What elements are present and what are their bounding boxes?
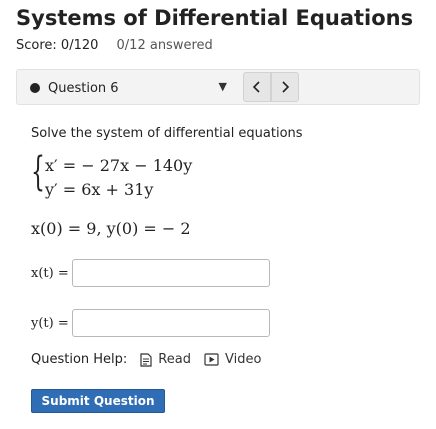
answered-count: 0/12 answered bbox=[116, 38, 213, 53]
chevron-left-icon bbox=[252, 81, 260, 93]
next-question-button[interactable] bbox=[271, 72, 299, 102]
equation-y: y′ = 6x + 31y bbox=[45, 180, 154, 199]
read-link-label: Read bbox=[158, 352, 191, 367]
question-prompt: Solve the system of differential equatio… bbox=[31, 126, 303, 141]
answer-row-x: x(t) = bbox=[31, 259, 270, 287]
answer-row-y: y(t) = bbox=[31, 309, 270, 337]
status-dot-icon bbox=[30, 83, 40, 93]
question-help-label: Question Help: bbox=[31, 352, 128, 367]
previous-question-button[interactable] bbox=[243, 72, 271, 102]
answer-label-x: x(t) = bbox=[31, 265, 69, 281]
read-link[interactable]: Read bbox=[140, 352, 191, 367]
answer-label-y: y(t) = bbox=[31, 315, 69, 331]
score-text: Score: 0/120 bbox=[16, 38, 99, 53]
question-navigation: Question 6 ▼ bbox=[16, 69, 420, 105]
initial-conditions: x(0) = 9, y(0) = − 2 bbox=[31, 219, 191, 238]
answer-input-y[interactable] bbox=[71, 309, 270, 337]
chevron-right-icon bbox=[282, 81, 290, 93]
score-line: Score: 0/120 0/12 answered bbox=[16, 38, 213, 53]
page-title: Systems of Differential Equations bbox=[16, 6, 414, 30]
answer-input-x[interactable] bbox=[71, 259, 270, 287]
video-link[interactable]: Video bbox=[204, 352, 261, 367]
video-link-label: Video bbox=[224, 352, 262, 367]
system-brace: { bbox=[31, 149, 45, 195]
video-play-icon bbox=[204, 353, 219, 366]
question-select[interactable]: Question 6 ▼ bbox=[23, 75, 231, 101]
submit-question-button[interactable]: Submit Question bbox=[31, 389, 165, 413]
question-select-label: Question 6 bbox=[48, 80, 119, 96]
document-icon bbox=[140, 352, 152, 367]
caret-down-icon: ▼ bbox=[218, 80, 227, 93]
question-help: Question Help: Read Video bbox=[31, 352, 261, 367]
equation-x: x′ = − 27x − 140y bbox=[45, 156, 193, 175]
